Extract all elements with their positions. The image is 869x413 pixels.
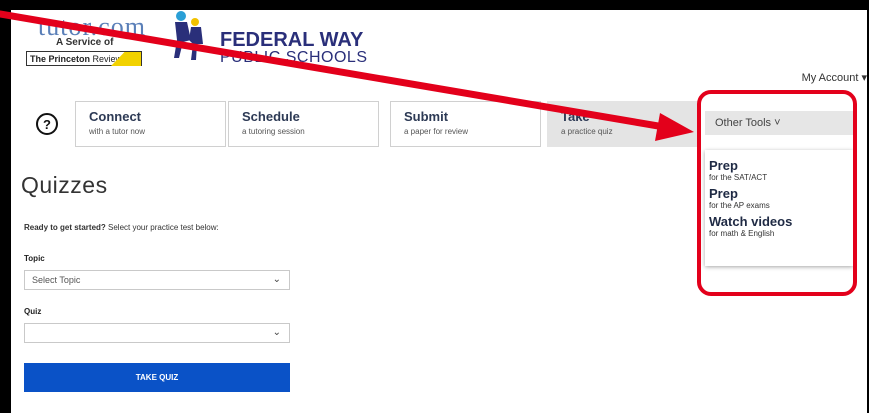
tab-take-sub: a practice quiz <box>561 127 613 136</box>
topic-label: Topic <box>24 254 45 263</box>
intro-text: Ready to get started? Select your practi… <box>24 223 219 232</box>
chevron-down-icon: ⌄ <box>272 274 281 285</box>
intro-bold: Ready to get started? <box>24 223 106 232</box>
help-icon: ? <box>36 113 58 135</box>
tab-submit[interactable]: Submit a paper for review <box>390 101 541 147</box>
intro-rest: Select your practice test below: <box>105 223 219 232</box>
tab-schedule[interactable]: Schedule a tutoring session <box>228 101 379 147</box>
quiz-select[interactable]: ⌄ <box>24 323 290 343</box>
page-frame: tutor.com A Service of The Princeton Rev… <box>11 10 867 413</box>
service-of-text: A Service of <box>56 37 114 48</box>
tab-connect-title: Connect <box>89 109 141 124</box>
annotation-highlight-box <box>697 90 857 296</box>
federal-way-figures-icon <box>174 11 203 60</box>
page-title: Quizzes <box>21 172 108 198</box>
chevron-down-icon: ⌄ <box>272 327 281 338</box>
tab-schedule-title: Schedule <box>242 109 300 124</box>
take-quiz-button[interactable]: TAKE QUIZ <box>24 363 290 392</box>
tab-schedule-sub: a tutoring session <box>242 127 305 136</box>
tab-connect[interactable]: Connect with a tutor now <box>75 101 226 147</box>
tab-connect-sub: with a tutor now <box>89 127 146 136</box>
topic-select[interactable]: Select Topic ⌄ <box>24 270 290 290</box>
district-subtitle: PUBLIC SCHOOLS <box>220 49 368 66</box>
tab-submit-title: Submit <box>404 109 449 124</box>
tab-take-title: Take <box>561 109 590 124</box>
my-account-menu[interactable]: My Account ▾ <box>802 71 867 84</box>
princeton-review-logo: The Princeton Review <box>26 51 142 66</box>
princeton-text: The Princeton <box>30 54 91 64</box>
topic-select-value: Select Topic <box>32 275 81 285</box>
quiz-label: Quiz <box>24 307 42 316</box>
help-button[interactable]: ? <box>22 101 72 147</box>
tab-submit-sub: a paper for review <box>404 127 469 136</box>
tab-take-quiz[interactable]: Take a practice quiz <box>547 101 698 147</box>
